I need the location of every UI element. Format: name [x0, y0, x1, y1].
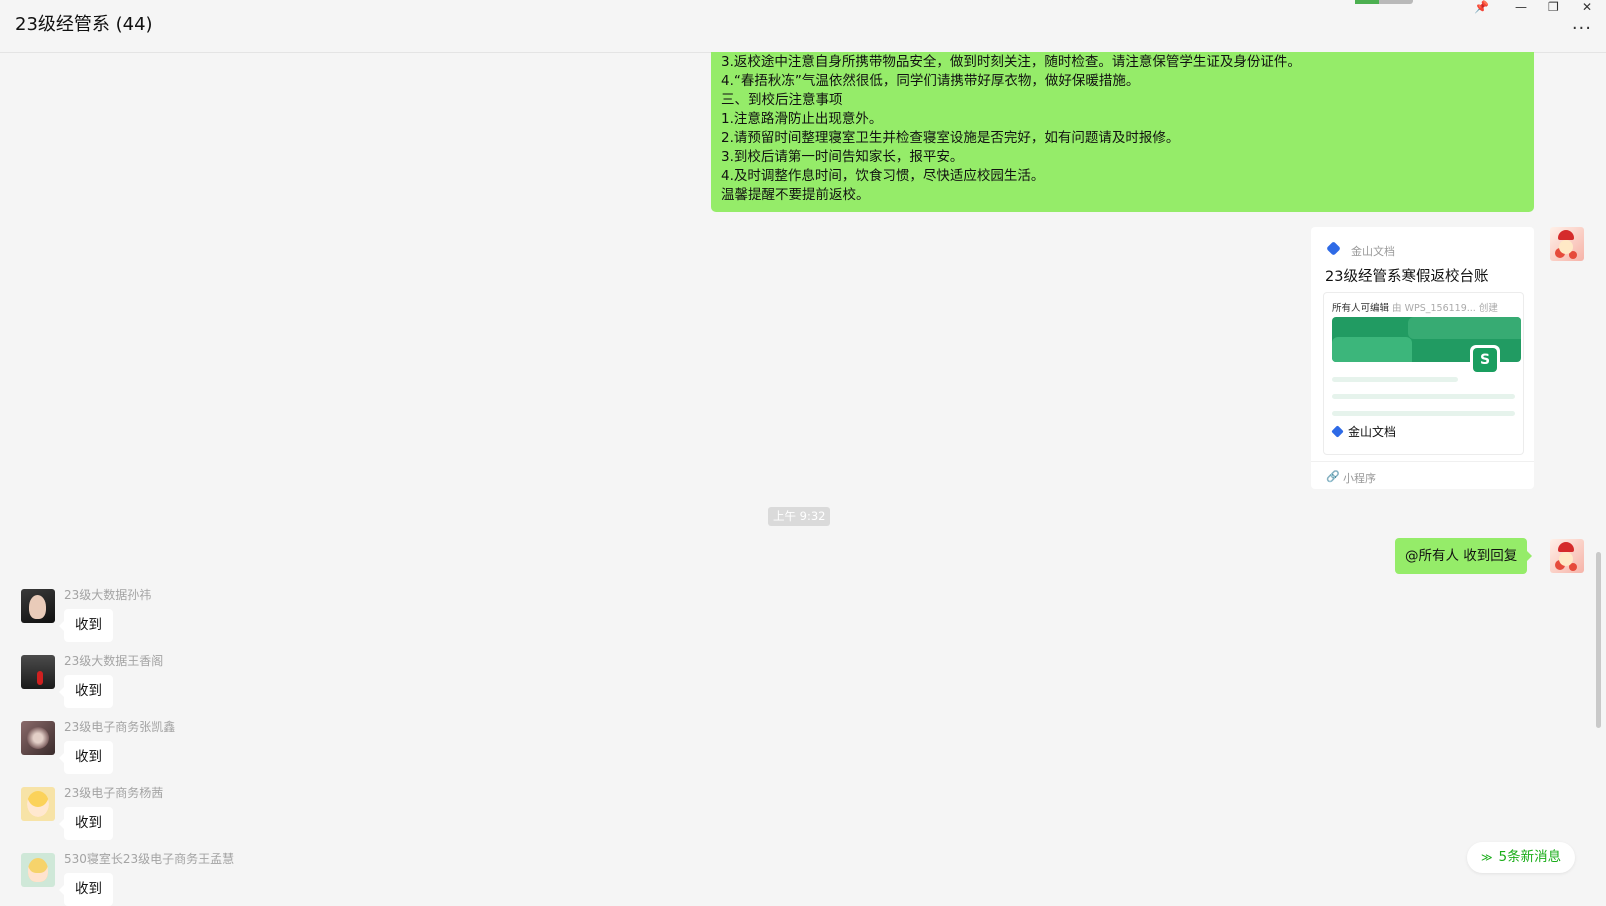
- card-meta: 所有人可编辑 由 WPS_156119... 创建: [1332, 300, 1498, 314]
- sender-name: 23级电子商务张凯鑫: [64, 720, 176, 734]
- chat-title: 23级经管系 (44): [15, 14, 153, 35]
- timestamp: 上午 9:32: [768, 507, 831, 526]
- message-bubble[interactable]: 收到: [59, 741, 113, 774]
- announcement-message[interactable]: 3.返校途中注意自身所携带物品安全，做到时刻关注，随时检查。请注意保管学生证及身…: [711, 52, 1534, 212]
- chat-scrollbar[interactable]: [1596, 552, 1601, 728]
- minimize-icon[interactable]: —: [1515, 0, 1527, 14]
- sender-avatar[interactable]: [21, 721, 55, 755]
- card-type-bar: 🔗 小程序: [1311, 461, 1534, 490]
- spreadsheet-s-icon: S: [1470, 345, 1500, 375]
- card-meta-creator: WPS_156119...: [1404, 303, 1476, 314]
- chat-header: 23级经管系 (44) 📌 — ❐ ✕ ···: [0, 0, 1606, 53]
- card-meta-action: 创建: [1478, 303, 1498, 314]
- message-bubble[interactable]: 收到: [59, 609, 113, 642]
- pin-icon[interactable]: 📌: [1474, 0, 1489, 14]
- sender-avatar[interactable]: [21, 589, 55, 623]
- new-messages-button[interactable]: ≫ 5条新消息: [1467, 842, 1576, 873]
- sender-name: 530寝室长23级电子商务王孟慧: [64, 852, 235, 866]
- announcement-line: 1.注意路滑防止出现意外。: [721, 111, 883, 127]
- placeholder-line: [1332, 411, 1515, 416]
- s-letter: S: [1473, 348, 1499, 374]
- card-meta-editable: 所有人可编辑: [1332, 303, 1390, 314]
- message-bubble[interactable]: 收到: [59, 807, 113, 840]
- new-messages-label: 5条新消息: [1498, 849, 1562, 865]
- sender-name: 23级电子商务杨茜: [64, 786, 164, 800]
- placeholder-line: [1332, 377, 1458, 382]
- card-footer-brand-label: 金山文档: [1348, 425, 1397, 439]
- mini-program-icon: 🔗: [1326, 470, 1340, 483]
- sender-name: 23级大数据王香阁: [64, 654, 164, 668]
- placeholder-line: [1332, 394, 1515, 399]
- card-type-label: 小程序: [1343, 472, 1376, 485]
- announcement-line: 2.请预留时间整理寝室卫生并检查寝室设施是否完好，如有问题请及时报修。: [721, 130, 1180, 146]
- message-bubble[interactable]: 收到: [59, 873, 113, 906]
- more-options-icon[interactable]: ···: [1572, 18, 1592, 39]
- message-bubble[interactable]: 收到: [59, 675, 113, 708]
- restore-icon[interactable]: ❐: [1548, 0, 1559, 14]
- my-message-bubble[interactable]: @所有人 收到回复: [1395, 538, 1533, 574]
- card-title: 23级经管系寒假返校台账: [1325, 269, 1489, 285]
- kdocs-logo-icon: [1326, 241, 1341, 256]
- topbar-indicator: [1355, 0, 1413, 4]
- sender-avatar[interactable]: [21, 787, 55, 821]
- card-preview: 所有人可编辑 由 WPS_156119... 创建 S 金山文档: [1323, 292, 1524, 455]
- my-avatar[interactable]: [1550, 227, 1584, 261]
- announcement-line: 3.返校途中注意自身所携带物品安全，做到时刻关注，随时检查。请注意保管学生证及身…: [721, 54, 1301, 70]
- announcement-line: 4.及时调整作息时间，饮食习惯，尽快适应校园生活。: [721, 168, 1045, 184]
- card-source: 金山文档: [1351, 245, 1395, 258]
- card-footer-brand: 金山文档: [1331, 423, 1397, 440]
- my-avatar[interactable]: [1550, 539, 1584, 573]
- double-chevron-down-icon: ≫: [1481, 851, 1493, 864]
- announcement-line: 三、到校后注意事项: [721, 92, 843, 108]
- announcement-line: 温馨提醒不要提前返校。: [721, 187, 870, 203]
- close-icon[interactable]: ✕: [1582, 0, 1592, 14]
- sender-avatar[interactable]: [21, 655, 55, 689]
- kdocs-logo-icon: [1331, 425, 1344, 438]
- sender-avatar[interactable]: [21, 853, 55, 887]
- sender-name: 23级大数据孙祎: [64, 588, 152, 602]
- announcement-line: 3.到校后请第一时间告知家长，报平安。: [721, 149, 964, 165]
- card-meta-by: 由: [1392, 303, 1402, 314]
- announcement-line: 4.“春捂秋冻”气温依然很低，同学们请携带好厚衣物，做好保暖措施。: [721, 73, 1140, 89]
- mini-program-card[interactable]: 金山文档 23级经管系寒假返校台账 所有人可编辑 由 WPS_156119...…: [1311, 227, 1534, 489]
